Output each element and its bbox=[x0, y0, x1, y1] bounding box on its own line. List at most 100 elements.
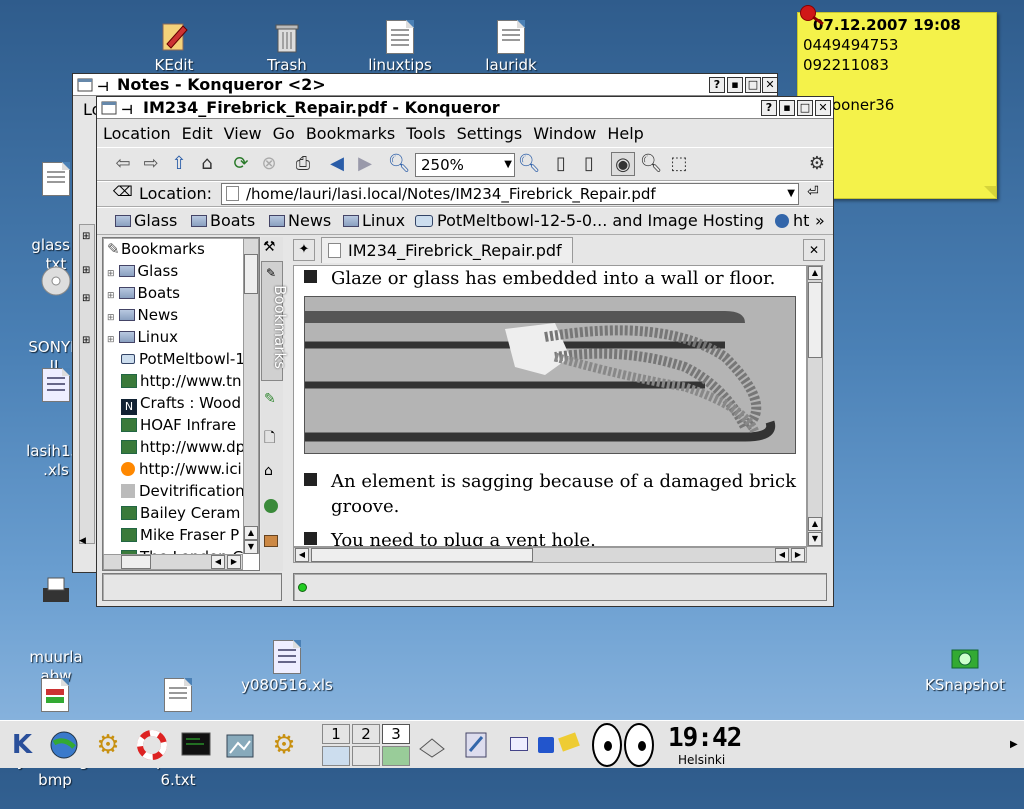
menu-tools[interactable]: Tools bbox=[400, 122, 450, 146]
expand-icon[interactable]: ⊞ bbox=[107, 313, 115, 323]
close-button[interactable]: ✕ bbox=[762, 77, 777, 93]
ticket-tray-icon[interactable] bbox=[558, 732, 580, 752]
reload-icon[interactable]: ⟳ bbox=[229, 152, 253, 176]
new-tab-icon[interactable]: ✦ bbox=[293, 239, 315, 261]
magnify-icon[interactable]: 🔍︎ bbox=[639, 152, 663, 176]
sidebar-link[interactable]: HOAF Infrare bbox=[121, 414, 236, 436]
sidebar-link[interactable]: http://www.dp bbox=[121, 436, 245, 458]
linuxtips-desktop-icon[interactable]: linuxtips bbox=[345, 20, 455, 75]
back-arrow-icon[interactable]: ⇦ bbox=[111, 152, 135, 176]
sticky-pin-icon[interactable]: ⊣ bbox=[121, 100, 133, 118]
more-bookmarks-button[interactable]: » bbox=[815, 208, 825, 234]
menu-help[interactable]: Help bbox=[601, 122, 648, 146]
sidebar-link[interactable]: http://www.ici bbox=[121, 458, 242, 480]
sidebar-hscroll-thumb[interactable] bbox=[121, 555, 151, 569]
main-window-titlebar[interactable]: ⊣ IM234_Firebrick_Repair.pdf - Konqueror… bbox=[97, 97, 833, 119]
expand-icon[interactable]: ⊞ bbox=[107, 335, 115, 345]
sidebar-folder-linux[interactable]: ⊞ Linux bbox=[107, 326, 178, 348]
minimize-button[interactable]: ▪ bbox=[727, 77, 743, 93]
scroll-left-arrow[interactable]: ◀ bbox=[211, 555, 225, 569]
scroll-right-arrow[interactable]: ▶ bbox=[791, 548, 805, 562]
y080516-desktop-icon[interactable]: y080516.xls bbox=[232, 640, 342, 695]
pager-desktop-1[interactable]: 1 bbox=[322, 724, 350, 744]
close-tab-icon[interactable]: ✕ bbox=[803, 239, 825, 261]
chevron-down-icon[interactable]: ▼ bbox=[787, 184, 795, 204]
konqueror-app-icon[interactable] bbox=[101, 100, 117, 116]
bookmark-folder-boats[interactable]: Boats bbox=[191, 208, 255, 234]
select-icon[interactable]: ⬚ bbox=[667, 152, 691, 176]
main-konqueror-window[interactable]: ⊣ IM234_Firebrick_Repair.pdf - Konqueror… bbox=[96, 96, 834, 607]
menu-bookmarks[interactable]: Bookmarks bbox=[300, 122, 400, 146]
help-button[interactable]: ? bbox=[709, 77, 725, 93]
scroll-right-arrow[interactable]: ▶ bbox=[227, 555, 241, 569]
sidebar-vscroll-thumb[interactable] bbox=[244, 254, 258, 294]
expand-icon[interactable]: ⊞ bbox=[82, 293, 90, 304]
clear-location-icon[interactable]: ⌫ bbox=[113, 184, 133, 200]
pdf-hscroll-thumb[interactable] bbox=[311, 548, 533, 562]
scroll-down-arrow[interactable]: ▼ bbox=[808, 532, 822, 546]
bookmark-ht[interactable]: ht bbox=[775, 208, 809, 234]
bookmark-folder-news[interactable]: News bbox=[269, 208, 331, 234]
pager-desktop-2[interactable]: 2 bbox=[352, 724, 380, 744]
pdf-viewport[interactable]: Glaze or glass has embedded into a wall … bbox=[293, 265, 807, 547]
menu-window[interactable]: Window bbox=[527, 122, 601, 146]
sidebar-title[interactable]: ✎Bookmarks bbox=[107, 238, 205, 260]
sidebar-link[interactable]: Mike Fraser P bbox=[121, 524, 239, 546]
history-tab-icon[interactable]: ✎ bbox=[264, 391, 276, 407]
sticky-pin-icon[interactable]: ⊣ bbox=[97, 77, 109, 95]
single-page-icon[interactable]: ▯ bbox=[549, 152, 573, 176]
bookmarks-vertical-tab[interactable]: ✎ Bookmarks bbox=[261, 261, 289, 381]
trash-desktop-icon[interactable]: Trash bbox=[232, 20, 342, 75]
sidebar-link[interactable]: Devitrification bbox=[121, 480, 245, 502]
close-button[interactable]: ✕ bbox=[815, 100, 831, 116]
file-manager-icon[interactable] bbox=[222, 727, 258, 763]
expand-icon[interactable]: ⊞ bbox=[107, 269, 115, 279]
scroll-left-arrow[interactable]: ◀ bbox=[295, 548, 309, 562]
scroll-left-arrow[interactable]: ◀ bbox=[775, 548, 789, 562]
control-center-gear-icon[interactable]: ⚙ bbox=[90, 727, 126, 763]
network-tray-icon[interactable] bbox=[510, 737, 528, 751]
menu-location[interactable]: Location bbox=[97, 122, 176, 146]
stop-icon[interactable]: ⊗ bbox=[257, 152, 281, 176]
pager-window-3[interactable] bbox=[382, 746, 410, 766]
services-tab-icon[interactable] bbox=[264, 535, 278, 547]
pager-window-2[interactable] bbox=[352, 746, 380, 766]
mouse-mode-icon[interactable]: ◉ bbox=[611, 152, 635, 176]
print-icon[interactable]: ⎙ bbox=[291, 152, 315, 176]
minimize-button[interactable]: ▪ bbox=[779, 100, 795, 116]
previous-page-icon[interactable]: ◀ bbox=[325, 152, 349, 176]
expand-icon[interactable]: ⊞ bbox=[82, 265, 90, 276]
scroll-up-arrow[interactable]: ▲ bbox=[244, 526, 258, 540]
pdf-vscroll-thumb[interactable] bbox=[808, 282, 822, 358]
sidebar-link[interactable]: PotMeltbowl-1 bbox=[121, 348, 245, 370]
sidebar-link[interactable]: N Crafts : Wood bbox=[121, 392, 241, 415]
menu-settings[interactable]: Settings bbox=[451, 122, 528, 146]
chevron-down-icon[interactable]: ▼ bbox=[504, 154, 512, 176]
menu-view[interactable]: View bbox=[218, 122, 267, 146]
expand-icon[interactable]: ⊞ bbox=[82, 231, 90, 242]
bookmark-folder-glass[interactable]: Glass bbox=[115, 208, 177, 234]
sidebar-link[interactable]: Bailey Ceram bbox=[121, 502, 240, 524]
help-button[interactable]: ? bbox=[761, 100, 777, 116]
expand-icon[interactable]: ⊞ bbox=[82, 335, 90, 346]
pager-desktop-3[interactable]: 3 bbox=[382, 724, 410, 744]
konqueror-app-icon[interactable] bbox=[77, 77, 93, 93]
notes-tab-icon[interactable]: 🗋 bbox=[264, 427, 275, 451]
sidebar-folder-boats[interactable]: ⊞ Boats bbox=[107, 282, 180, 304]
pager-window-1[interactable] bbox=[322, 746, 350, 766]
go-icon[interactable]: ⏎ bbox=[807, 184, 819, 200]
maximize-button[interactable]: □ bbox=[797, 100, 813, 116]
sidebar-folder-glass[interactable]: ⊞ Glass bbox=[107, 260, 178, 282]
menu-go[interactable]: Go bbox=[267, 122, 300, 146]
zoom-in-icon[interactable]: 🔍︎ bbox=[517, 152, 541, 176]
up-arrow-icon[interactable]: ⇧ bbox=[167, 152, 191, 176]
expand-icon[interactable]: ⊞ bbox=[107, 291, 115, 301]
sidebar-folder-news[interactable]: ⊞ News bbox=[107, 304, 178, 326]
ksnapshot-desktop-icon[interactable]: KSnapshot bbox=[910, 640, 1020, 695]
document-tab[interactable]: IM234_Firebrick_Repair.pdf bbox=[321, 237, 573, 263]
konqueror-launcher-icon[interactable] bbox=[46, 727, 82, 763]
bookmark-folder-linux[interactable]: Linux bbox=[343, 208, 405, 234]
klipper-icon[interactable] bbox=[458, 727, 494, 763]
scanner-icon[interactable] bbox=[414, 727, 450, 763]
scroll-up-arrow[interactable]: ▲ bbox=[808, 517, 822, 531]
